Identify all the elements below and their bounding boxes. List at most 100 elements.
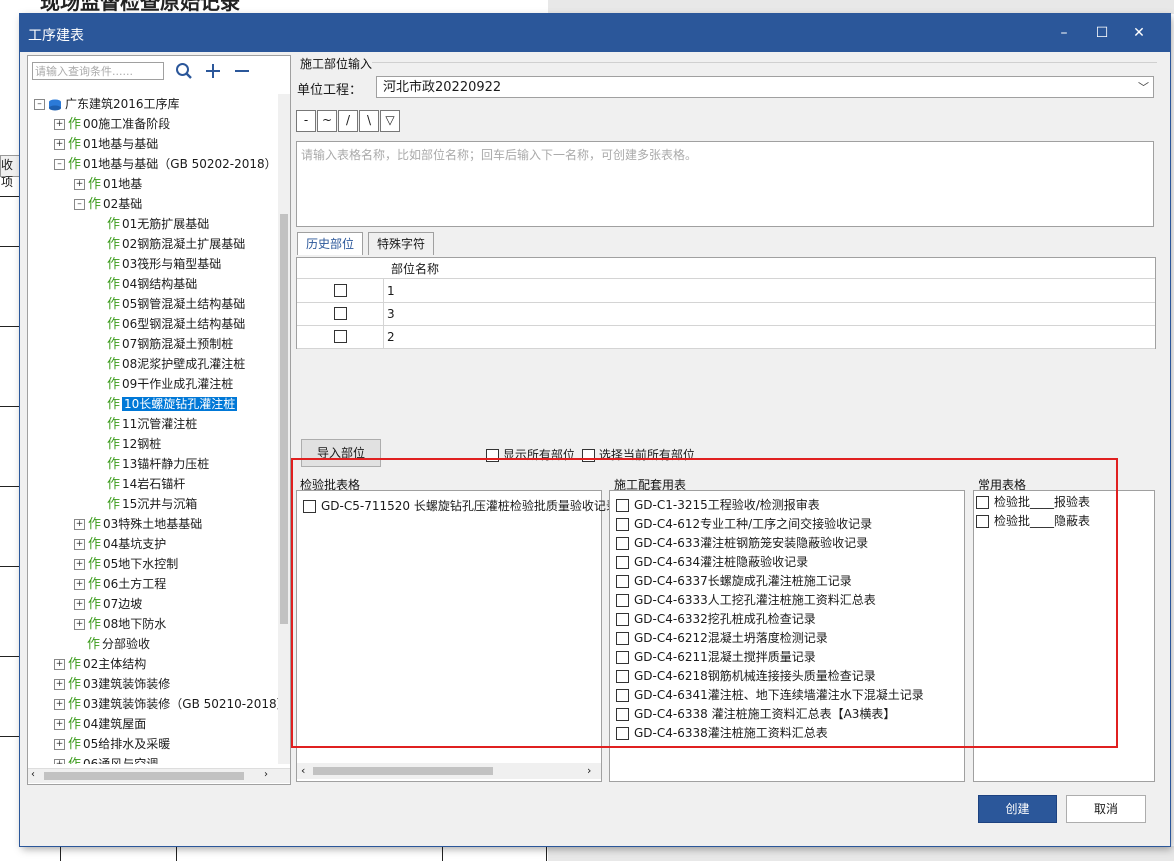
table-row[interactable]: 1 <box>297 279 1155 303</box>
tree-node[interactable]: 作 09干作业成孔灌注桩 <box>94 374 233 394</box>
scroll-right-icon[interactable]: › <box>587 764 591 777</box>
tree-node[interactable]: 作 12钢桩 <box>94 434 161 454</box>
slash-button[interactable]: / <box>338 110 358 132</box>
tree-node[interactable]: + 作 05给排水及采暖 <box>54 734 170 754</box>
tree-vertical-scrollbar[interactable] <box>278 94 290 764</box>
expand-icon[interactable]: + <box>54 659 65 670</box>
tree-node[interactable]: 作 04钢结构基础 <box>94 274 197 294</box>
tree-horizontal-scrollbar[interactable]: ‹ › <box>28 768 290 783</box>
tree-node[interactable]: 作 08泥浆护壁成孔灌注桩 <box>94 354 245 374</box>
section-title: 施工部位输入 <box>300 57 373 71</box>
tree-node[interactable]: 作 03筏形与箱型基础 <box>94 254 221 274</box>
tree-node[interactable]: 作分部验收 <box>74 634 150 654</box>
scroll-left-icon[interactable]: ‹ <box>31 769 35 780</box>
tree-node[interactable]: + 作 03建筑装饰装修 <box>54 674 170 694</box>
expand-icon[interactable]: + <box>54 119 65 130</box>
collapse-icon[interactable]: – <box>74 199 85 210</box>
expand-icon[interactable]: + <box>74 619 85 630</box>
tree-node[interactable]: 作 06型钢混凝土结构基础 <box>94 314 245 334</box>
minus-icon[interactable] <box>232 62 252 82</box>
row-checkbox[interactable] <box>334 330 347 343</box>
plus-icon[interactable] <box>203 62 223 82</box>
tree-node[interactable]: +作06通风与空调 <box>54 754 158 764</box>
scroll-right-icon[interactable]: › <box>264 769 268 780</box>
process-icon: 作 <box>68 737 82 752</box>
collapse-icon[interactable]: – <box>54 159 65 170</box>
table-row[interactable]: 2 <box>297 325 1155 349</box>
inspection-hscrollbar[interactable]: ‹ › <box>297 763 601 779</box>
tree-node-label: 07边坡 <box>103 597 143 611</box>
tree-node[interactable]: – 作 02基础 <box>74 194 142 214</box>
tilde-button[interactable]: ~ <box>317 110 337 132</box>
scroll-left-icon[interactable]: ‹ <box>301 764 305 777</box>
expand-icon[interactable]: + <box>74 579 85 590</box>
expand-icon[interactable]: + <box>74 519 85 530</box>
tab-history-location[interactable]: 历史部位 <box>297 232 364 255</box>
inspection-hscroll-thumb[interactable] <box>313 767 493 775</box>
tree-node[interactable]: 作 05钢管混凝土结构基础 <box>94 294 245 314</box>
row-checkbox[interactable] <box>334 284 347 297</box>
process-icon: 作 <box>68 697 82 712</box>
collapse-icon[interactable]: – <box>34 99 45 110</box>
process-icon: 作 <box>107 257 121 272</box>
tree-node[interactable]: 作 15沉井与沉箱 <box>94 494 197 514</box>
tree-scroll-thumb[interactable] <box>280 214 288 624</box>
tree-node[interactable]: + 作 04基坑支护 <box>74 534 166 554</box>
tree-node[interactable]: + 作 03建筑装饰装修（GB 50210-2018） <box>54 694 278 714</box>
table-row[interactable]: 3 <box>297 302 1155 326</box>
tree-node[interactable]: 作 01无筋扩展基础 <box>94 214 209 234</box>
create-button[interactable]: 创建 <box>978 795 1057 823</box>
tree-node[interactable]: 作 02钢筋混凝土扩展基础 <box>94 234 245 254</box>
tree-node[interactable]: + 作 05地下水控制 <box>74 554 178 574</box>
triangle-button[interactable]: ▽ <box>380 110 400 132</box>
tree-node[interactable]: + 作 03特殊土地基基础 <box>74 514 202 534</box>
row-checkbox[interactable] <box>334 307 347 320</box>
tree-node[interactable]: 作 10长螺旋钻孔灌注桩 <box>94 394 238 414</box>
expand-icon[interactable]: + <box>74 539 85 550</box>
backslash-button[interactable]: \ <box>359 110 379 132</box>
tree-node[interactable]: + 作 00施工准备阶段 <box>54 114 170 134</box>
tree-node[interactable]: + 作 01地基与基础 <box>54 134 158 154</box>
chevron-down-icon[interactable]: ﹀ <box>1138 77 1149 99</box>
tree-node[interactable]: + 作 07边坡 <box>74 594 142 614</box>
minimize-button[interactable]: – <box>1053 23 1075 43</box>
table-name-input[interactable]: 请输入表格名称，比如部位名称；回车后输入下一名称，可创建多张表格。 <box>296 141 1154 227</box>
tree-node[interactable]: + 作 06土方工程 <box>74 574 166 594</box>
tree-node-label: 09干作业成孔灌注桩 <box>122 377 234 391</box>
expand-icon[interactable]: + <box>74 599 85 610</box>
tree-node[interactable]: – 作 01地基与基础（GB 50202-2018） <box>54 154 277 174</box>
tree-hscroll-thumb[interactable] <box>44 772 244 780</box>
process-icon: 作 <box>68 677 82 692</box>
tree-node[interactable]: 作 13锚杆静力压桩 <box>94 454 209 474</box>
tree-node[interactable]: 作 11沉管灌注桩 <box>94 414 197 434</box>
tab-special-characters[interactable]: 特殊字符 <box>368 232 435 255</box>
process-icon: 作 <box>107 457 121 472</box>
unit-select[interactable]: 河北市政20220922 ﹀ <box>376 76 1154 98</box>
tree-node[interactable]: 作 07钢筋混凝土预制桩 <box>94 334 233 354</box>
expand-icon[interactable]: + <box>54 759 65 764</box>
process-icon: 作 <box>107 477 121 492</box>
expand-icon[interactable]: + <box>54 699 65 710</box>
cancel-button[interactable]: 取消 <box>1066 795 1146 823</box>
tree-node[interactable]: + 作 02主体结构 <box>54 654 146 674</box>
maximize-button[interactable]: ☐ <box>1091 23 1113 43</box>
tree-node[interactable]: 作 14岩石锚杆 <box>94 474 185 494</box>
close-button[interactable]: ✕ <box>1128 23 1150 43</box>
tree-search-input[interactable]: 请输入查询条件...... <box>32 62 164 80</box>
search-icon[interactable] <box>174 62 194 82</box>
expand-icon[interactable]: + <box>74 559 85 570</box>
database-icon <box>48 97 65 111</box>
dialog-titlebar[interactable]: 工序建表 – ☐ ✕ <box>20 14 1170 52</box>
expand-icon[interactable]: + <box>54 739 65 750</box>
dash-button[interactable]: - <box>296 110 316 132</box>
expand-icon[interactable]: + <box>54 139 65 150</box>
grid-header-row: 部位名称 <box>297 258 1155 279</box>
tree-node[interactable]: – 广东建筑2016工序库 <box>34 94 180 114</box>
expand-icon[interactable]: + <box>74 179 85 190</box>
tree-node[interactable]: + 作 04建筑屋面 <box>54 714 146 734</box>
tree-node[interactable]: + 作 01地基 <box>74 174 142 194</box>
tree-node-label: 07钢筋混凝土预制桩 <box>122 337 234 351</box>
expand-icon[interactable]: + <box>54 719 65 730</box>
tree-node[interactable]: + 作 08地下防水 <box>74 614 166 634</box>
expand-icon[interactable]: + <box>54 679 65 690</box>
